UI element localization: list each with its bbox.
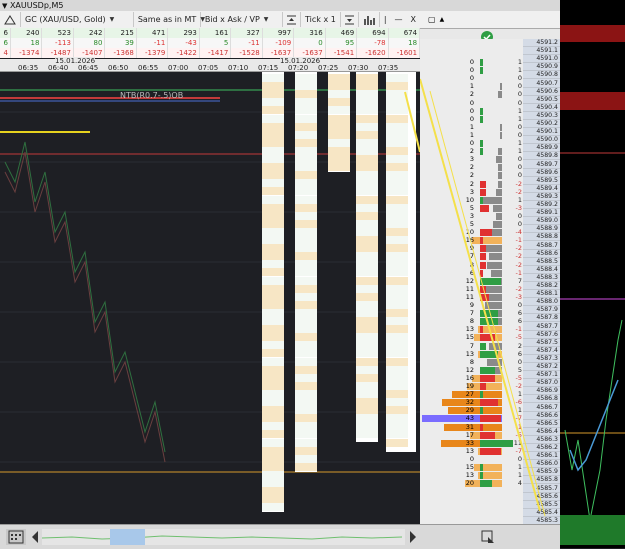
mode-select[interactable]: Same as in MT ▼ bbox=[134, 12, 205, 27]
summary-cell: -1417 bbox=[200, 48, 232, 58]
summary-cell: 469 bbox=[326, 28, 358, 38]
time-tick: 06:45 bbox=[78, 64, 99, 72]
compress-icon[interactable] bbox=[283, 12, 301, 27]
summary-cell: 95 bbox=[326, 38, 358, 48]
summary-cell: 242 bbox=[74, 28, 106, 38]
time-tick: 07:20 bbox=[288, 64, 309, 72]
summary-cell: -1528 bbox=[231, 48, 263, 58]
window-title: XAUUSDp,M5 bbox=[9, 1, 64, 10]
toolbar: GC (XAU/USD, Gold) ▼ Same as in MT ▼ Bid x… bbox=[0, 11, 420, 29]
summary-cell: 4 bbox=[0, 48, 11, 58]
time-tick: 07:25 bbox=[318, 64, 339, 72]
annotation-arrow bbox=[404, 91, 420, 153]
compress-icon bbox=[287, 15, 296, 24]
summary-cell: 293 bbox=[168, 28, 200, 38]
tick-size-control[interactable]: Tick x 1 bbox=[301, 12, 341, 27]
bottom-bar bbox=[0, 524, 420, 549]
separator: | bbox=[383, 15, 387, 24]
summary-cell: -1541 bbox=[326, 48, 358, 58]
summary-cell: 997 bbox=[263, 28, 295, 38]
summary-cell: -1620 bbox=[357, 48, 389, 58]
scroll-right-arrow[interactable] bbox=[408, 529, 418, 545]
summary-cell: -1379 bbox=[137, 48, 169, 58]
calendar-icon[interactable] bbox=[6, 529, 26, 545]
summary-cell: 674 bbox=[389, 28, 421, 38]
expand-icon bbox=[344, 15, 354, 24]
time-tick: 07:10 bbox=[228, 64, 249, 72]
minimize-button[interactable]: — bbox=[391, 12, 407, 27]
mini-chart-svg bbox=[560, 152, 625, 526]
navigator-scrollbar[interactable] bbox=[41, 529, 405, 545]
summary-cell: 327 bbox=[231, 28, 263, 38]
summary-table: 6 240 523 242 215 471 293 161 327 997 316 469 694 674… bbox=[0, 28, 421, 58]
summary-cell: 523 bbox=[42, 28, 74, 38]
view-select[interactable]: Bid x Ask / VP ▼ bbox=[201, 12, 283, 27]
summary-cell: -1368 bbox=[105, 48, 137, 58]
summary-cell: 18 bbox=[11, 38, 43, 48]
annotation-lines bbox=[420, 78, 546, 517]
time-tick: 06:40 bbox=[48, 64, 69, 72]
time-tick: 06:55 bbox=[138, 64, 159, 72]
zone-green bbox=[560, 515, 625, 545]
summary-cell: -43 bbox=[168, 38, 200, 48]
time-tick: 06:35 bbox=[18, 64, 39, 72]
summary-cell: -113 bbox=[42, 38, 74, 48]
summary-cell: 215 bbox=[105, 28, 137, 38]
triangle-icon[interactable] bbox=[0, 12, 21, 27]
chart-settings-icon[interactable] bbox=[359, 12, 380, 27]
time-ticks: 06:35 06:40 06:45 06:50 06:55 07:00 07:05 07:10… bbox=[0, 62, 420, 72]
scrollbar-thumb[interactable] bbox=[110, 529, 145, 545]
summary-row-volume: 6 240 523 242 215 471 293 161 327 997 316 469 694 674 bbox=[0, 28, 421, 38]
chevron-down-icon: ▼ bbox=[263, 16, 269, 23]
zone-red bbox=[560, 25, 625, 42]
bar-chart-icon bbox=[363, 15, 375, 25]
summary-cell: 694 bbox=[357, 28, 389, 38]
time-axis: 15.01.2026 15.01.2026 06:35 06:40 06:45 06:… bbox=[0, 57, 420, 72]
summary-cell: -78 bbox=[357, 38, 389, 48]
profile-bottom-bar bbox=[420, 524, 560, 549]
expand-icon[interactable] bbox=[341, 12, 359, 27]
time-tick: 07:00 bbox=[168, 64, 189, 72]
summary-row-delta: 6 18 -113 80 39 -11 -43 5 -11 -109 0 95 -78 18 bbox=[0, 38, 421, 48]
instrument-select[interactable]: GC (XAU/USD, Gold) ▼ bbox=[21, 12, 134, 27]
summary-cell: 5 bbox=[200, 38, 232, 48]
time-tick: 06:50 bbox=[108, 64, 129, 72]
zone-red bbox=[560, 92, 625, 110]
summary-cell: 0 bbox=[294, 38, 326, 48]
summary-cell: -109 bbox=[263, 38, 295, 48]
summary-cell: 240 bbox=[11, 28, 43, 38]
summary-cell: 18 bbox=[389, 38, 421, 48]
summary-cell: -1374 bbox=[11, 48, 43, 58]
summary-cell: -11 bbox=[231, 38, 263, 48]
summary-cell: -11 bbox=[137, 38, 169, 48]
summary-cell: 6 bbox=[0, 38, 11, 48]
footprint-chart[interactable]: NTB(R0.7-.5)OB bbox=[0, 72, 420, 524]
volume-profile-panel: ▢ ▲ 0 1 0 1 0 0 1 0 2 0 0 0 0 1 0 1 1 0 1 0 0 1 2 1 3 0 2 0 2 0 2 -2 3 -2… bbox=[420, 11, 560, 524]
summary-cell: 6 bbox=[0, 28, 11, 38]
summary-cell: -1422 bbox=[168, 48, 200, 58]
summary-cell: 80 bbox=[74, 38, 106, 48]
summary-cell: 161 bbox=[200, 28, 232, 38]
warning-triangle-icon bbox=[4, 14, 16, 24]
scroll-left-arrow[interactable] bbox=[30, 529, 40, 545]
summary-cell: 471 bbox=[137, 28, 169, 38]
chevron-down-icon: ▼ bbox=[109, 16, 115, 23]
close-button[interactable]: X bbox=[407, 12, 420, 27]
summary-cell: -1601 bbox=[389, 48, 421, 58]
mini-chart bbox=[560, 0, 625, 548]
time-tick: 07:15 bbox=[258, 64, 279, 72]
resize-icon[interactable] bbox=[480, 529, 496, 545]
time-tick: 07:35 bbox=[378, 64, 399, 72]
time-tick: 07:05 bbox=[198, 64, 219, 72]
summary-cell: 316 bbox=[294, 28, 326, 38]
summary-cell: 39 bbox=[105, 38, 137, 48]
time-tick: 07:30 bbox=[348, 64, 369, 72]
